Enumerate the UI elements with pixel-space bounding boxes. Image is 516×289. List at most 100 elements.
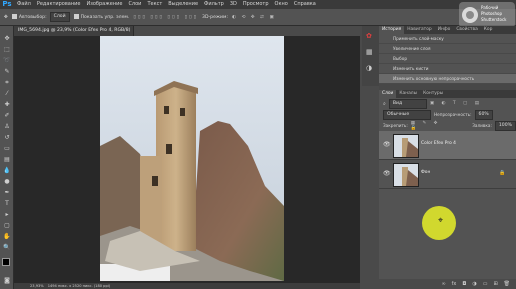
menu-layers[interactable]: Слои [125, 0, 144, 9]
opacity-label: Непрозрачность: [434, 112, 472, 117]
brush-tool-icon[interactable]: ✐ [1, 111, 13, 121]
link-layers-icon[interactable]: ∞ [441, 279, 445, 289]
watermark-text: Рабочий Photoshop Shutterstock [481, 5, 506, 23]
stamp-tool-icon[interactable]: ♙ [1, 122, 13, 132]
tab-properties[interactable]: Свойства [453, 26, 480, 34]
tab-paths[interactable]: Контуры [420, 90, 446, 98]
tab-correction[interactable]: Кор [481, 26, 496, 34]
menu-image[interactable]: Изображение [83, 0, 125, 9]
tab-layers[interactable]: Слои [379, 90, 397, 98]
status-bar: 23,93% 1494 пикс. х 2520 пикс. (180 ppi) [14, 283, 360, 289]
hand-tool-icon[interactable]: ✋ [1, 232, 13, 242]
quick-mask-icon[interactable]: ◙ [1, 276, 13, 286]
adjustment-layer-icon[interactable]: ◑ [472, 279, 476, 289]
photoshop-logo: Ps [2, 0, 12, 8]
eye-icon[interactable]: 👁 [383, 141, 391, 148]
menu-filter[interactable]: Фильтр [201, 0, 227, 9]
show-controls-checkbox[interactable] [73, 14, 79, 19]
move-tool-icon[interactable]: ✥ [4, 15, 8, 20]
pen-tool-icon[interactable]: ✒ [1, 188, 13, 198]
shape-tool-icon[interactable]: ▢ [1, 221, 13, 231]
layers-tabs: Слои Каналы Контуры [379, 90, 516, 98]
color-panel-icon[interactable]: ✿ [366, 32, 372, 40]
layer-name[interactable]: Фон [421, 170, 430, 175]
layer-filter-dropdown[interactable]: Вид [388, 98, 427, 109]
menu-type[interactable]: Текст [144, 0, 165, 9]
delete-layer-icon[interactable]: 🗑 [504, 279, 510, 289]
history-item[interactable]: Выбор [379, 54, 516, 64]
fill-label: Заливка: [472, 123, 492, 128]
healing-tool-icon[interactable]: ✚ [1, 100, 13, 110]
search-icon: ⌕ [383, 100, 386, 107]
blend-mode-dropdown[interactable]: Обычные [383, 109, 431, 120]
show-controls-option: Показать упр. элем. [73, 14, 130, 20]
zoom-readout[interactable]: 23,93% [30, 283, 44, 289]
type-tool-icon[interactable]: T [1, 199, 13, 209]
menu-view[interactable]: Просмотр [240, 0, 272, 9]
align-icons[interactable]: ▯▯▯ ▯▯▯ ▯▯▯ ▯▯▯ [133, 15, 198, 20]
tab-navigator[interactable]: Навигатор [404, 26, 434, 34]
autoselect-label: Автовыбор: [18, 15, 47, 20]
quick-select-tool-icon[interactable]: ✎ [1, 67, 13, 77]
menu-3d[interactable]: 3D [227, 0, 240, 9]
layers-footer: ∞ fx ◘ ◑ ▭ ⊞ 🗑 [379, 279, 516, 289]
history-item[interactable]: Увеличение слоя [379, 44, 516, 54]
history-item-selected[interactable]: Изменить основную непрозрачность [379, 74, 516, 84]
canvas-area[interactable] [14, 36, 360, 283]
lasso-tool-icon[interactable]: ➰ [1, 56, 13, 66]
add-mask-icon[interactable]: ◘ [462, 279, 466, 289]
history-item[interactable]: Применить слой-маску [379, 34, 516, 44]
opacity-input[interactable]: 60% [474, 109, 493, 120]
zoom-tool-icon[interactable]: 🔍 [1, 243, 13, 253]
path-select-tool-icon[interactable]: ▸ [1, 210, 13, 220]
eye-icon[interactable]: 👁 [383, 170, 391, 177]
menu-edit[interactable]: Редактирование [34, 0, 84, 9]
menu-bar: Ps Файл Редактирование Изображение Слои … [0, 0, 516, 9]
blur-tool-icon[interactable]: 💧 [1, 166, 13, 176]
layer-row-color-efex[interactable]: 👁 Color Efex Pro 4 [379, 131, 516, 160]
gradient-tool-icon[interactable]: ▤ [1, 155, 13, 165]
eyedropper-tool-icon[interactable]: ⁄ [1, 89, 13, 99]
3d-mode-label: 3D-режим: [202, 14, 229, 20]
adjustments-panel-icon[interactable]: ◑ [366, 64, 372, 72]
history-brush-tool-icon[interactable]: ↺ [1, 133, 13, 143]
autoselect-checkbox[interactable] [11, 14, 17, 19]
show-controls-label: Показать упр. элем. [80, 15, 130, 20]
document-size-info: 1494 пикс. х 2520 пикс. (180 ppi) [47, 284, 111, 288]
new-layer-icon[interactable]: ⊞ [493, 279, 497, 289]
tab-info[interactable]: Инфо [435, 26, 454, 34]
pointer-cursor-icon: ⌖ [438, 216, 444, 226]
fx-icon[interactable]: fx [452, 279, 457, 289]
layer-filter-row: ⌕ Вид ▣ ◐ T ▢ ▤ [379, 98, 516, 109]
panel-dock-icons: ✿ ▦ ◑ [362, 26, 379, 86]
move-tool-icon[interactable]: ✥ [1, 34, 13, 44]
menu-help[interactable]: Справка [291, 0, 319, 9]
document-tab[interactable]: IMG_5694.jpg @ 23,9% (Color Efex Pro 4, … [14, 26, 134, 43]
layer-name[interactable]: Color Efex Pro 4 [421, 141, 456, 146]
menu-select[interactable]: Выделение [165, 0, 201, 9]
3d-mode-icons[interactable]: ◐ ⟲ ✥ ⇄ ▣ [232, 15, 276, 20]
fill-input[interactable]: 100% [494, 120, 516, 131]
crop-tool-icon[interactable]: ⌗ [1, 78, 13, 88]
eraser-tool-icon[interactable]: ▭ [1, 144, 13, 154]
layer-thumbnail [393, 163, 419, 187]
history-list: Применить слой-маску Увеличение слоя Выб… [379, 34, 516, 84]
tab-channels[interactable]: Каналы [396, 90, 420, 98]
filter-type-icons[interactable]: ▣ ◐ T ▢ ▤ [430, 101, 482, 106]
layer-row-background[interactable]: 👁 Фон 🔒 [379, 160, 516, 189]
marquee-tool-icon[interactable]: ⬚ [1, 45, 13, 55]
watermark-logo: Рабочий Photoshop Shutterstock [459, 2, 515, 28]
foreground-color-swatch[interactable] [2, 258, 10, 266]
menu-window[interactable]: Окно [272, 0, 291, 9]
dodge-tool-icon[interactable]: ● [1, 177, 13, 187]
autoselect-dropdown[interactable]: Слой [49, 12, 70, 22]
lock-icon: 🔒 [499, 170, 506, 176]
new-group-icon[interactable]: ▭ [483, 279, 488, 289]
lock-icons[interactable]: ▦ ✎ ✥ 🔒 [411, 121, 449, 131]
right-panels: История Навигатор Инфо Свойства Кор Прим… [379, 26, 516, 289]
history-item[interactable]: Изменить кисти [379, 64, 516, 74]
menu-file[interactable]: Файл [14, 0, 34, 9]
swatches-panel-icon[interactable]: ▦ [366, 48, 373, 56]
tab-history[interactable]: История [379, 26, 405, 34]
lock-row: Закрепить: ▦ ✎ ✥ 🔒 Заливка: 100% [379, 120, 516, 131]
